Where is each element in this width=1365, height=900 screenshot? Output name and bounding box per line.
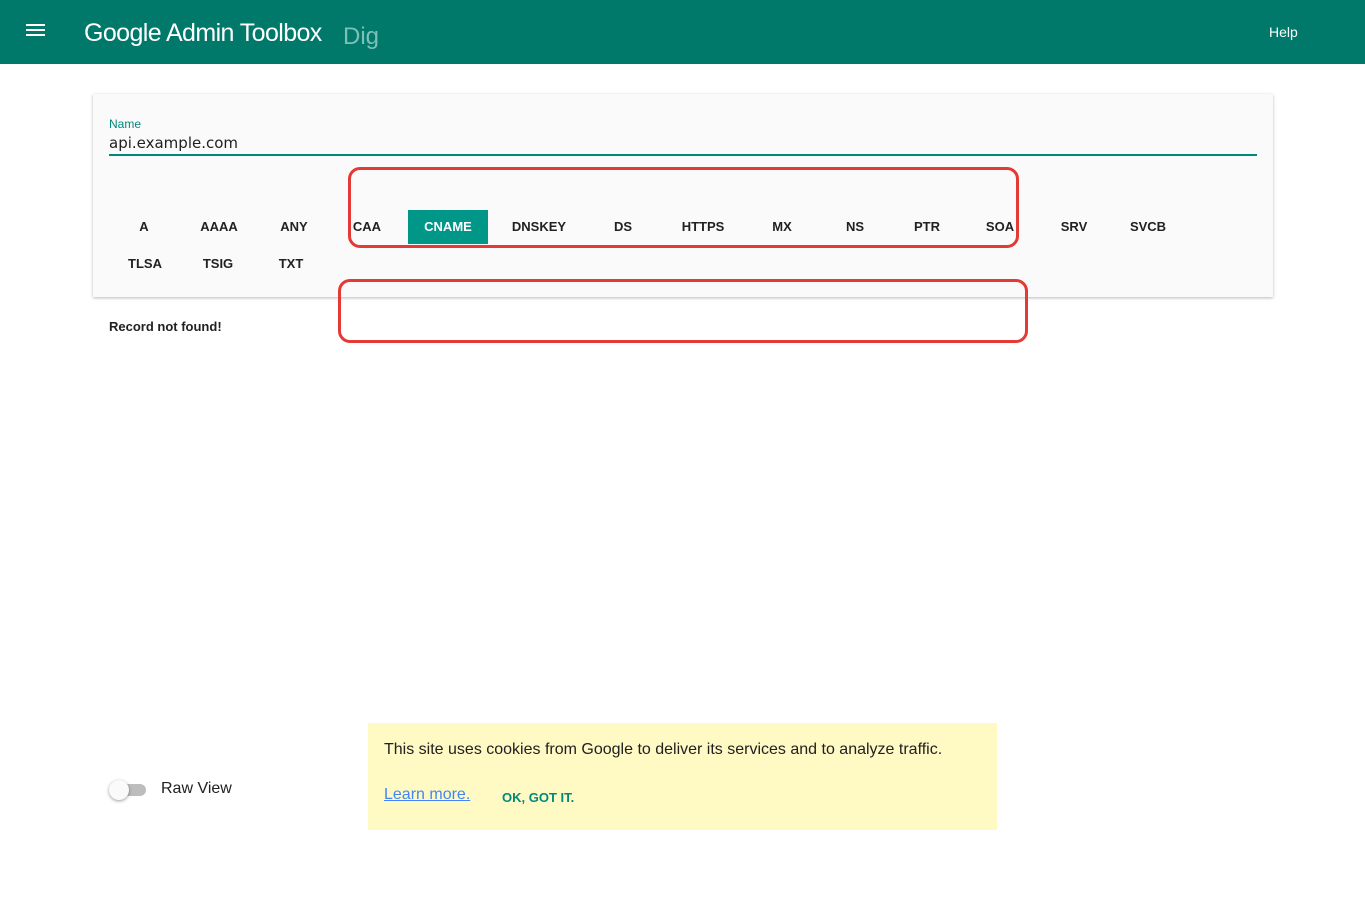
hamburger-menu-icon[interactable] — [26, 22, 46, 38]
toggle-knob — [109, 780, 129, 800]
record-type-cname[interactable]: CNAME — [408, 210, 488, 244]
record-type-srv[interactable]: SRV — [1039, 210, 1109, 244]
record-type-ns[interactable]: NS — [820, 210, 890, 244]
record-type-mx[interactable]: MX — [747, 210, 817, 244]
top-app-bar: Google Admin Toolbox Dig Help — [0, 0, 1365, 64]
raw-view-toggle[interactable] — [109, 780, 147, 800]
record-type-a[interactable]: A — [109, 210, 179, 244]
record-type-svcb[interactable]: SVCB — [1113, 210, 1183, 244]
record-type-dnskey[interactable]: DNSKEY — [499, 210, 579, 244]
cookie-notice-text: This site uses cookies from Google to de… — [384, 741, 943, 758]
help-link[interactable]: Help — [1269, 24, 1298, 40]
record-type-caa[interactable]: CAA — [332, 210, 402, 244]
record-type-soa[interactable]: SOA — [965, 210, 1035, 244]
record-type-txt[interactable]: TXT — [256, 247, 326, 281]
cookie-ok-button[interactable]: OK, GOT IT. — [502, 790, 574, 805]
result-message: Record not found! — [109, 319, 222, 334]
query-card: Name A AAAA ANY CAA CNAME DNSKEY DS HTTP… — [93, 94, 1273, 297]
name-field-label: Name — [109, 117, 142, 131]
record-type-https[interactable]: HTTPS — [667, 210, 739, 244]
app-title: Google Admin Toolbox — [84, 19, 322, 47]
record-type-any[interactable]: ANY — [259, 210, 329, 244]
cookie-notice: This site uses cookies from Google to de… — [368, 723, 997, 830]
name-input[interactable] — [109, 132, 1257, 156]
learn-more-link[interactable]: Learn more. — [384, 786, 470, 804]
app-subtitle: Dig — [343, 23, 380, 50]
record-type-ptr[interactable]: PTR — [892, 210, 962, 244]
record-type-ds[interactable]: DS — [588, 210, 658, 244]
raw-view-label: Raw View — [161, 780, 232, 797]
record-type-aaaa[interactable]: AAAA — [184, 210, 254, 244]
record-type-tlsa[interactable]: TLSA — [110, 247, 180, 281]
record-type-tsig[interactable]: TSIG — [183, 247, 253, 281]
